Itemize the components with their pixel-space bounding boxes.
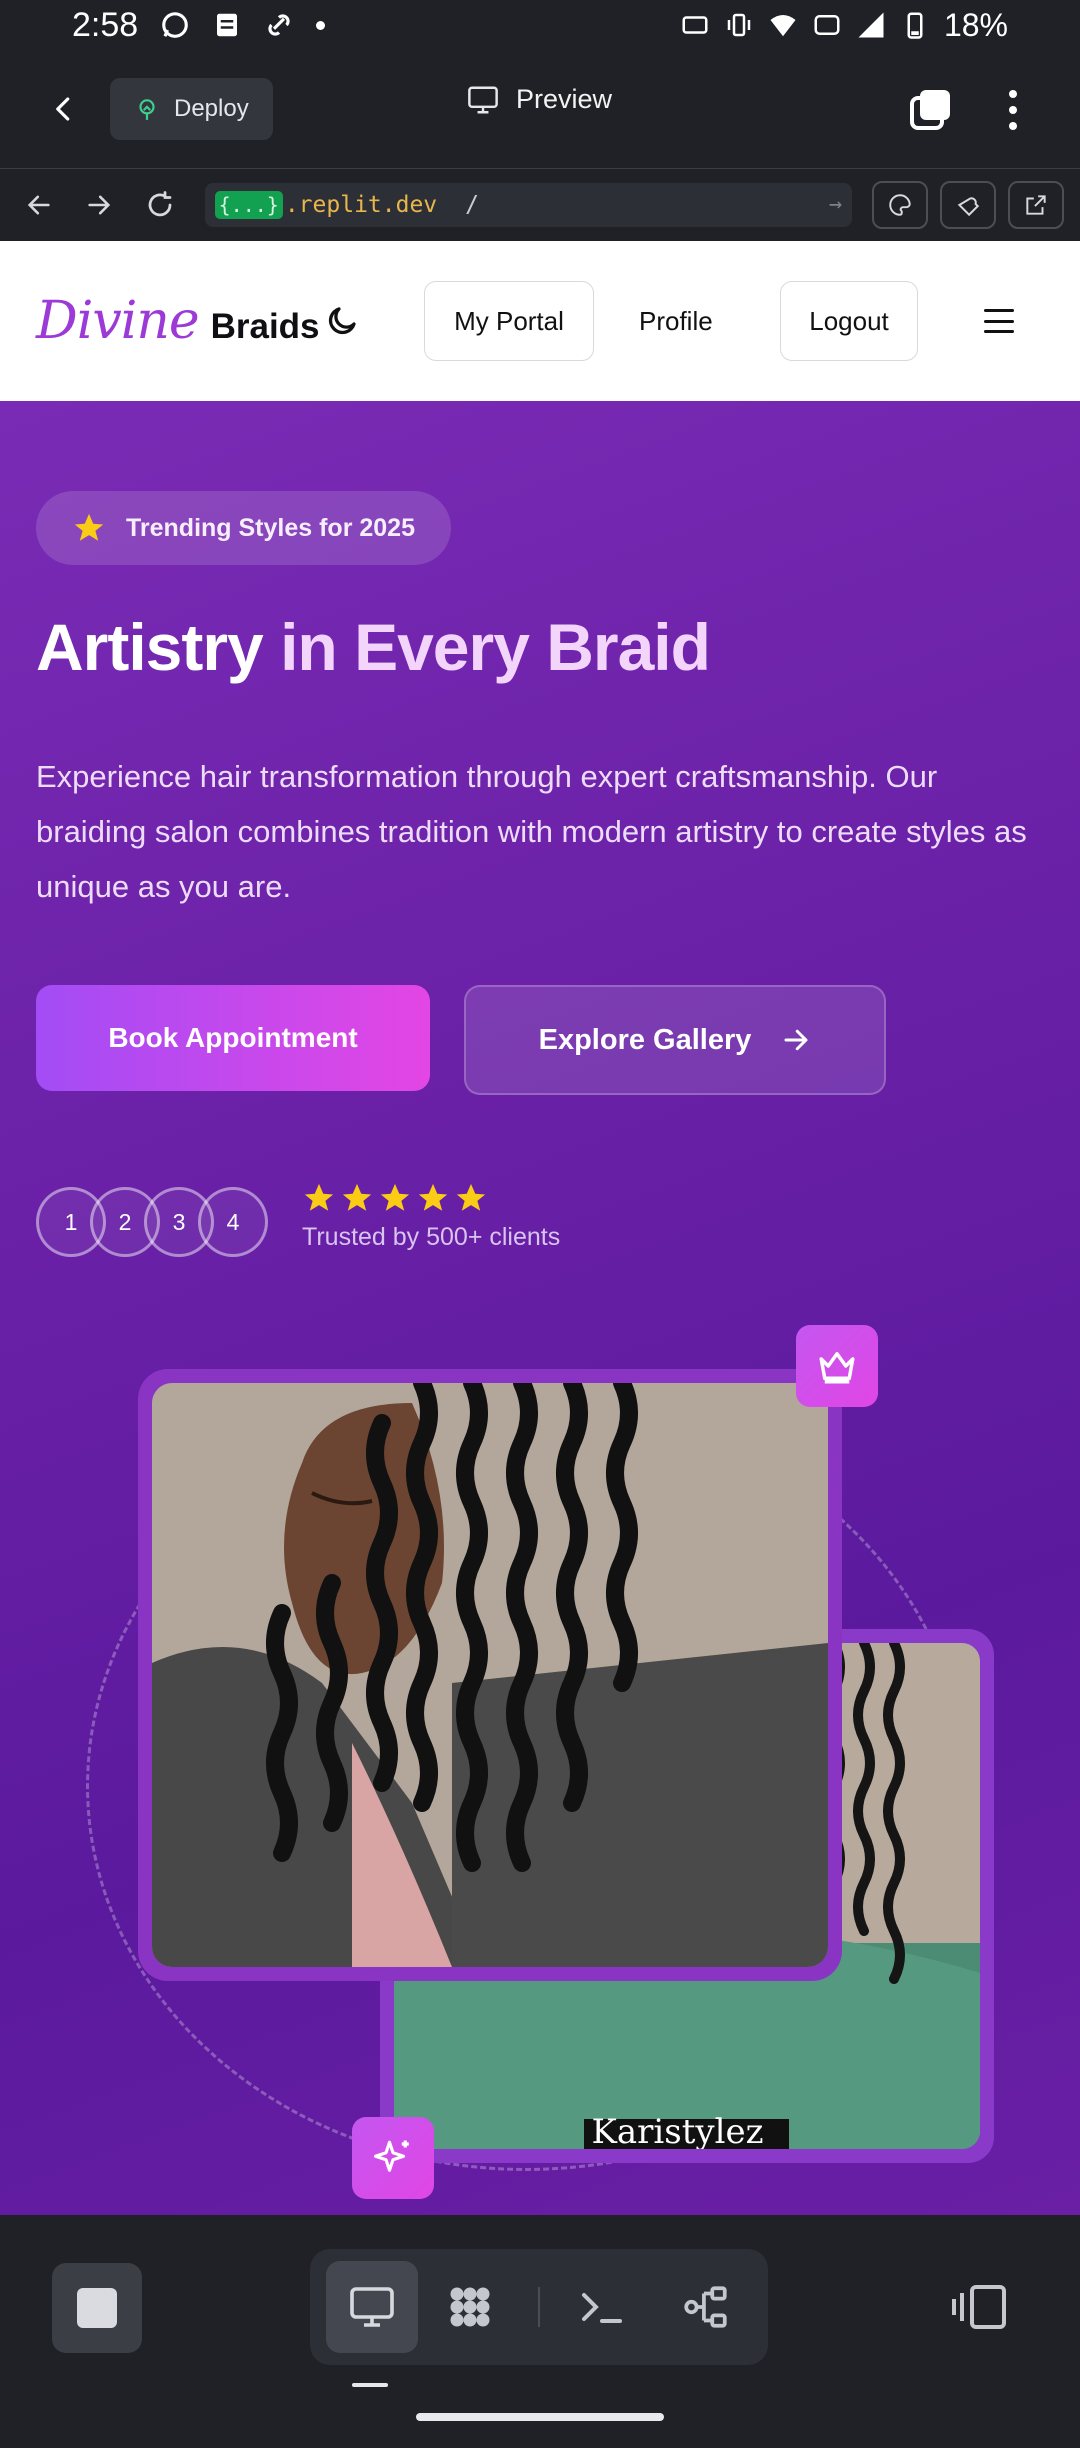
wrench-icon — [957, 196, 980, 216]
replit-top-bar: Deploy Preview — [0, 50, 1080, 168]
site-logo[interactable]: Divine Braids — [36, 291, 320, 351]
logo-bold: Braids — [210, 307, 320, 346]
trending-label: Trending Styles for 2025 — [126, 513, 415, 542]
client-avatars: 1 2 3 4 — [36, 1187, 268, 1257]
headline-accent: Artistry — [36, 610, 264, 701]
dock-preview-tab[interactable] — [326, 2261, 418, 2353]
auto-rotate-icon — [682, 16, 708, 34]
notes-icon — [217, 13, 238, 37]
explore-gallery-label: Explore Gallery — [538, 1023, 752, 1056]
hero-section: Trending Styles for 2025 Artistry in Eve… — [0, 401, 1080, 2215]
crown-icon — [819, 1352, 855, 1384]
star-icon — [74, 513, 104, 541]
stop-button[interactable] — [52, 2263, 142, 2353]
nav-forward-button[interactable] — [76, 181, 122, 229]
website-preview: Divine Braids My Portal Profile Logout T… — [0, 241, 1080, 2215]
palette-icon — [889, 193, 911, 216]
rating-star-icon — [418, 1183, 448, 1211]
split-view-icon[interactable] — [952, 2283, 1008, 2331]
battery-percent: 18% — [943, 6, 1008, 43]
arrow-left-icon — [27, 195, 50, 214]
rating-star-icon — [456, 1183, 486, 1211]
logout-button[interactable]: Logout — [780, 281, 918, 361]
trending-badge: Trending Styles for 2025 — [36, 491, 451, 565]
active-tab-indicator — [352, 2383, 388, 2387]
dock-shell-tab[interactable] — [556, 2261, 648, 2353]
link-icon — [268, 14, 290, 36]
theme-button[interactable] — [872, 180, 929, 229]
desktop-icon — [350, 2287, 394, 2327]
git-icon — [684, 2286, 727, 2328]
signal-icon — [858, 12, 884, 38]
dock-divider — [538, 2287, 540, 2327]
reload-button[interactable] — [136, 181, 182, 229]
gesture-bar — [416, 2413, 664, 2421]
hero-headline: Artistry in Every Braid — [36, 609, 711, 701]
url-go-icon[interactable]: → — [829, 192, 842, 217]
moon-icon[interactable] — [324, 303, 360, 339]
arrow-icon — [784, 1029, 808, 1051]
logo-script: Divine — [36, 291, 200, 351]
status-time: 2:58 — [72, 5, 139, 44]
reload-icon — [148, 190, 171, 216]
url-input[interactable]: {...} .replit.dev / → — [204, 182, 853, 227]
terminal-icon — [582, 2293, 622, 2323]
wifi-icon — [770, 15, 796, 37]
preview-label: Preview — [516, 84, 613, 114]
volte-icon — [814, 15, 840, 35]
rating-star-icon — [380, 1183, 410, 1211]
tabs-icon[interactable] — [906, 86, 954, 134]
explore-gallery-button[interactable]: Explore Gallery — [464, 985, 886, 1095]
kebab-icon[interactable] — [998, 86, 1028, 134]
deploy-button[interactable]: Deploy — [110, 78, 273, 140]
rating-star-icon — [304, 1183, 334, 1211]
nav-back-button[interactable] — [16, 181, 62, 229]
stop-icon — [77, 2288, 117, 2328]
back-icon — [56, 97, 70, 121]
open-new-tab-button[interactable] — [1008, 180, 1065, 229]
devtools-button[interactable] — [940, 180, 997, 229]
deploy-label: Deploy — [174, 95, 249, 122]
profile-link[interactable]: Profile — [639, 281, 713, 361]
apps-icon — [450, 2287, 490, 2327]
gallery-photo-front[interactable] — [138, 1369, 842, 1981]
browser-url-bar: {...} .replit.dev / → — [0, 168, 1080, 240]
back-button[interactable] — [36, 81, 92, 137]
url-badge: {...} — [214, 190, 283, 219]
arrow-right-icon — [88, 195, 111, 214]
deploy-icon — [139, 99, 155, 120]
braids-photo-front — [152, 1383, 828, 1967]
rating-stars — [302, 1181, 560, 1215]
external-link-icon — [1026, 194, 1046, 215]
url-domain: .replit.dev — [284, 191, 438, 218]
avatar: 4 — [198, 1187, 268, 1257]
monitor-icon — [468, 86, 498, 113]
sparkle-badge — [352, 2117, 434, 2199]
menu-icon[interactable] — [984, 309, 1014, 333]
preview-tab[interactable]: Preview — [466, 84, 612, 115]
sparkle-icon — [373, 2140, 409, 2172]
crown-badge — [796, 1325, 878, 1407]
dock-git-tab[interactable] — [660, 2261, 752, 2353]
my-portal-button[interactable]: My Portal — [424, 281, 594, 361]
rating-star-icon — [342, 1183, 372, 1211]
whatsapp-icon — [162, 12, 188, 38]
vibrate-icon — [727, 13, 751, 37]
photo-caption: Karistylez_ — [591, 2112, 780, 2149]
trusted-text: Trusted by 500+ clients — [302, 1223, 561, 1251]
hero-description: Experience hair transformation through e… — [36, 759, 1027, 904]
dock-tabs — [310, 2249, 768, 2365]
battery-icon — [907, 12, 923, 39]
status-bar: 2:58 18% — [0, 0, 1080, 50]
url-path: / — [465, 191, 480, 218]
book-appointment-button[interactable]: Book Appointment — [36, 985, 430, 1091]
dock-apps-tab[interactable] — [424, 2261, 516, 2353]
site-header: Divine Braids My Portal Profile Logout — [0, 241, 1080, 401]
replit-bottom-dock — [0, 2215, 1080, 2387]
notification-dot — [316, 20, 326, 30]
headline-rest: in Every Braid — [262, 610, 711, 684]
rating-block: Trusted by 500+ clients — [302, 1181, 560, 1252]
